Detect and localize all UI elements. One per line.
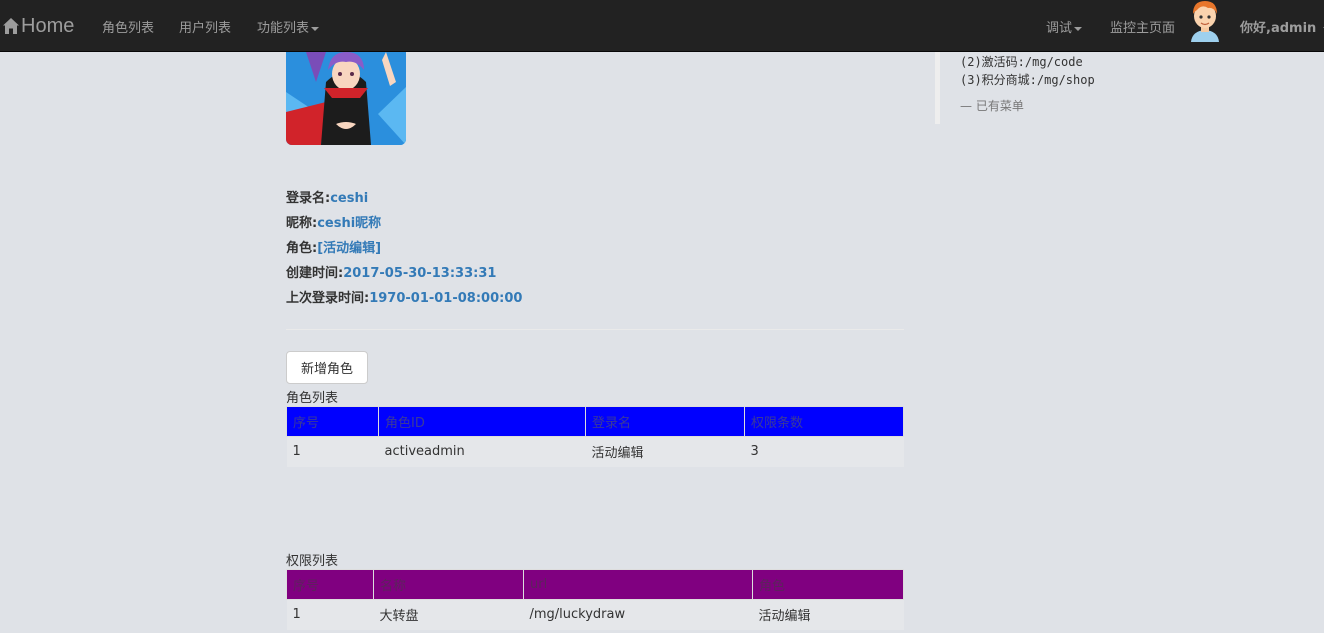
table-header-row: 序号 角色ID 登录名 权限条数 xyxy=(286,406,904,437)
created-time-row: 创建时间:2017-05-30-13:33:31 xyxy=(286,262,496,281)
sidebar-menu-line: (3)积分商城:/mg/shop xyxy=(960,73,1095,87)
column-header: 登录名 xyxy=(585,406,745,437)
table-header-row: 序号 名称 url 角色 xyxy=(286,569,904,600)
login-name-value: ceshi xyxy=(330,191,369,206)
role-row: 角色:[活动编辑] xyxy=(286,237,381,256)
add-role-button[interactable]: 新增角色 xyxy=(286,351,368,384)
column-header: 角色ID xyxy=(378,406,586,437)
column-header: 权限条数 xyxy=(744,406,904,437)
nav-monitor[interactable]: 监控主页面 xyxy=(1110,17,1175,36)
column-header: 序号 xyxy=(286,569,374,600)
last-login-label: 上次登录时间: xyxy=(286,291,370,306)
table-cell: /mg/luckydraw xyxy=(523,599,753,630)
greeting-label: 你好,admin xyxy=(1240,21,1317,36)
profile-avatar xyxy=(286,52,406,145)
sidebar-menu-line: (2)激活码:/mg/code xyxy=(960,55,1083,69)
nickname-row: 昵称:ceshi昵称 xyxy=(286,212,381,231)
table-row: 1 activeadmin 活动编辑 3 xyxy=(286,436,904,467)
role-table: 序号 角色ID 登录名 权限条数 1 activeadmin 活动编辑 3 xyxy=(286,406,904,467)
nav-function-label: 功能列表 xyxy=(257,21,310,36)
table-cell: 3 xyxy=(744,436,904,467)
permission-table: 序号 名称 url 角色 1 大转盘 /mg/luckydraw 活动编辑 xyxy=(286,569,904,630)
user-menu[interactable]: 你好,admin xyxy=(1240,17,1324,36)
last-login-value: 1970-01-01-08:00:00 xyxy=(369,291,523,306)
brand-label: Home xyxy=(21,14,75,37)
user-avatar-icon[interactable] xyxy=(1188,0,1222,42)
navbar: Home 角色列表 用户列表 功能列表 调试 监控主页面 你好,admin xyxy=(0,0,1324,52)
table-cell: 活动编辑 xyxy=(585,436,745,467)
role-value: [活动编辑] xyxy=(317,241,382,256)
created-time-value: 2017-05-30-13:33:31 xyxy=(343,266,497,281)
nav-debug-label: 调试 xyxy=(1046,21,1073,36)
nav-function-list[interactable]: 功能列表 xyxy=(257,17,320,36)
column-header: 名称 xyxy=(373,569,524,600)
nickname-value: ceshi昵称 xyxy=(317,216,382,231)
sidebar-quote-footer: — 已有菜单 xyxy=(960,99,1024,113)
nav-user-list[interactable]: 用户列表 xyxy=(179,17,231,36)
table-cell: 1 xyxy=(286,599,374,630)
table-cell: 大转盘 xyxy=(373,599,524,630)
login-name-row: 登录名:ceshi xyxy=(286,187,368,206)
table-cell: activeadmin xyxy=(378,436,586,467)
created-time-label: 创建时间: xyxy=(286,266,344,281)
table-cell: 1 xyxy=(286,436,379,467)
chevron-down-icon xyxy=(1074,26,1083,31)
nav-debug[interactable]: 调试 xyxy=(1046,17,1083,36)
role-table-caption: 角色列表 xyxy=(286,391,339,406)
sidebar-quote-border xyxy=(935,52,940,124)
login-name-label: 登录名: xyxy=(286,191,331,206)
column-header: 序号 xyxy=(286,406,379,437)
role-label: 角色: xyxy=(286,241,318,256)
column-header: 角色 xyxy=(752,569,904,600)
column-header: url xyxy=(523,569,753,600)
chevron-down-icon xyxy=(311,26,320,31)
avatar-illustration xyxy=(286,52,406,145)
perm-table-caption: 权限列表 xyxy=(286,554,339,569)
last-login-row: 上次登录时间:1970-01-01-08:00:00 xyxy=(286,287,522,306)
table-cell: 活动编辑 xyxy=(752,599,904,630)
table-row: 1 大转盘 /mg/luckydraw 活动编辑 xyxy=(286,599,904,630)
divider xyxy=(286,329,904,330)
nav-role-list[interactable]: 角色列表 xyxy=(102,17,154,36)
nickname-label: 昵称: xyxy=(286,216,318,231)
home-icon xyxy=(3,18,19,34)
home-link[interactable]: Home xyxy=(2,14,74,38)
